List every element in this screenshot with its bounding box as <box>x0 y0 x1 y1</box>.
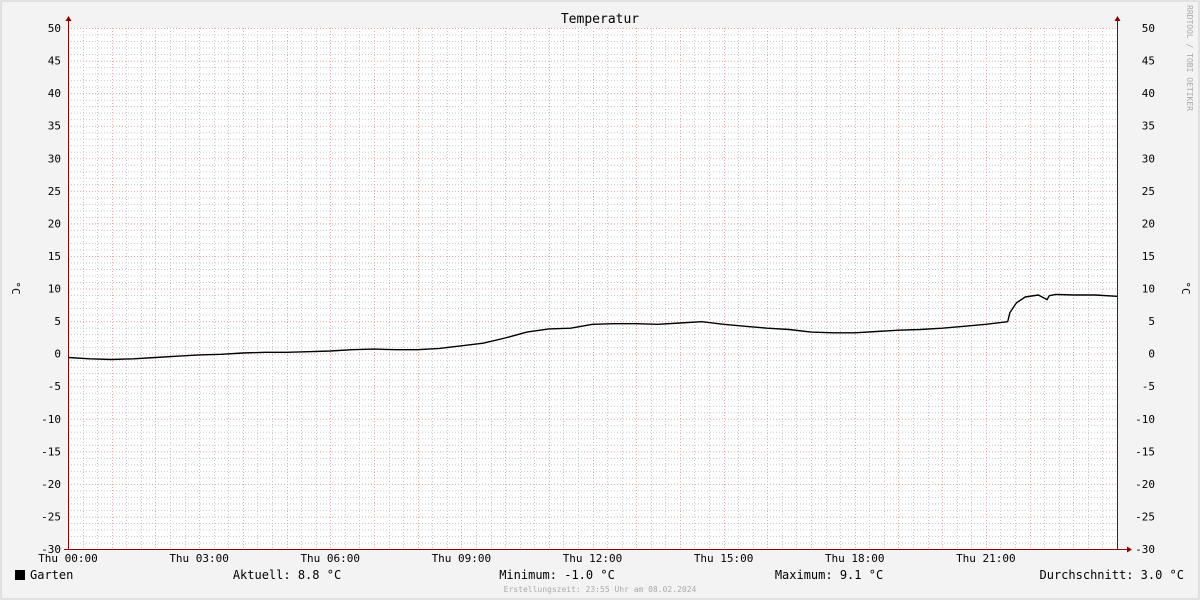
y-tick-label-left: -20 <box>41 478 61 491</box>
y-tick-label-left: 10 <box>48 283 61 296</box>
legend-average: Durchschnitt: 3.0 °C <box>1040 568 1185 582</box>
y-tick-label-left: 30 <box>48 152 61 165</box>
y-tick-label-right: -30 <box>1135 543 1155 556</box>
y-tick-label-right: -5 <box>1142 380 1155 393</box>
legend-series-name: Garten <box>30 568 73 582</box>
y-tick-label-left: 0 <box>54 348 61 361</box>
x-tick-label: Thu 09:00 <box>432 552 492 565</box>
y-tick-label-left: 5 <box>54 315 61 328</box>
y-tick-label-right: 15 <box>1142 250 1155 263</box>
y-axis-label-left: °C <box>9 281 22 294</box>
y-tick-label-right: 30 <box>1142 152 1155 165</box>
y-tick-label-right: 20 <box>1142 217 1155 230</box>
y-tick-label-left: 20 <box>48 217 61 230</box>
y-tick-label-left: 40 <box>48 87 61 100</box>
y-tick-label-right: -10 <box>1135 413 1155 426</box>
y-tick-label-right: -20 <box>1135 478 1155 491</box>
x-tick-label: Thu 21:00 <box>956 552 1016 565</box>
legend-current: Aktuell: 8.8 °C <box>233 568 341 582</box>
y-tick-label-left: 50 <box>48 22 61 35</box>
x-tick-label: Thu 18:00 <box>825 552 885 565</box>
x-tick-label: Thu 12:00 <box>563 552 623 565</box>
y-tick-label-left: -10 <box>41 413 61 426</box>
y-tick-label-right: 5 <box>1148 315 1155 328</box>
y-tick-label-left: 45 <box>48 55 61 68</box>
chart-canvas: 50 5045 4540 4035 3530 3025 2520 2015 1510 105 50 0… <box>0 0 1200 600</box>
footer-timestamp: Erstellungszeit: 23:55 Uhr am 08.02.2024 <box>504 585 697 594</box>
y-tick-label-right: 50 <box>1142 22 1155 35</box>
legend-minimum: Minimum: -1.0 °C <box>499 568 615 582</box>
y-tick-label-right: 10 <box>1142 283 1155 296</box>
y-tick-label-left: 35 <box>48 120 61 133</box>
y-tick-label-right: 40 <box>1142 87 1155 100</box>
y-tick-label-right: 45 <box>1142 55 1155 68</box>
x-tick-label: Thu 15:00 <box>694 552 754 565</box>
y-tick-label-right: 25 <box>1142 185 1155 198</box>
y-tick-label-right: -15 <box>1135 445 1155 458</box>
y-tick-label-right: 0 <box>1148 348 1155 361</box>
watermark: RRDTOOL / TOBI OETIKER <box>1185 5 1194 111</box>
x-tick-label: Thu 03:00 <box>169 552 229 565</box>
temperature-chart: 50 50 45 45 40 40 35 35 30 30 25 25 20 20 15 15 10 10 5 5 0 0… <box>0 0 1200 600</box>
y-tick-label-left: -5 <box>48 380 61 393</box>
y-axis-label-right: °C <box>1179 281 1192 294</box>
x-tick-label: Thu 06:00 <box>300 552 360 565</box>
y-tick-label-left: 25 <box>48 185 61 198</box>
legend-maximum: Maximum: 9.1 °C <box>775 568 883 582</box>
y-tick-label-left: -25 <box>41 510 61 523</box>
chart-title: Temperatur <box>561 12 639 27</box>
y-tick-label-left: 15 <box>48 250 61 263</box>
y-tick-label-right: 35 <box>1142 120 1155 133</box>
y-tick-label-right: -25 <box>1135 510 1155 523</box>
y-tick-label-left: -15 <box>41 445 61 458</box>
x-tick-label: Thu 00:00 <box>38 552 98 565</box>
legend-swatch <box>15 570 25 580</box>
